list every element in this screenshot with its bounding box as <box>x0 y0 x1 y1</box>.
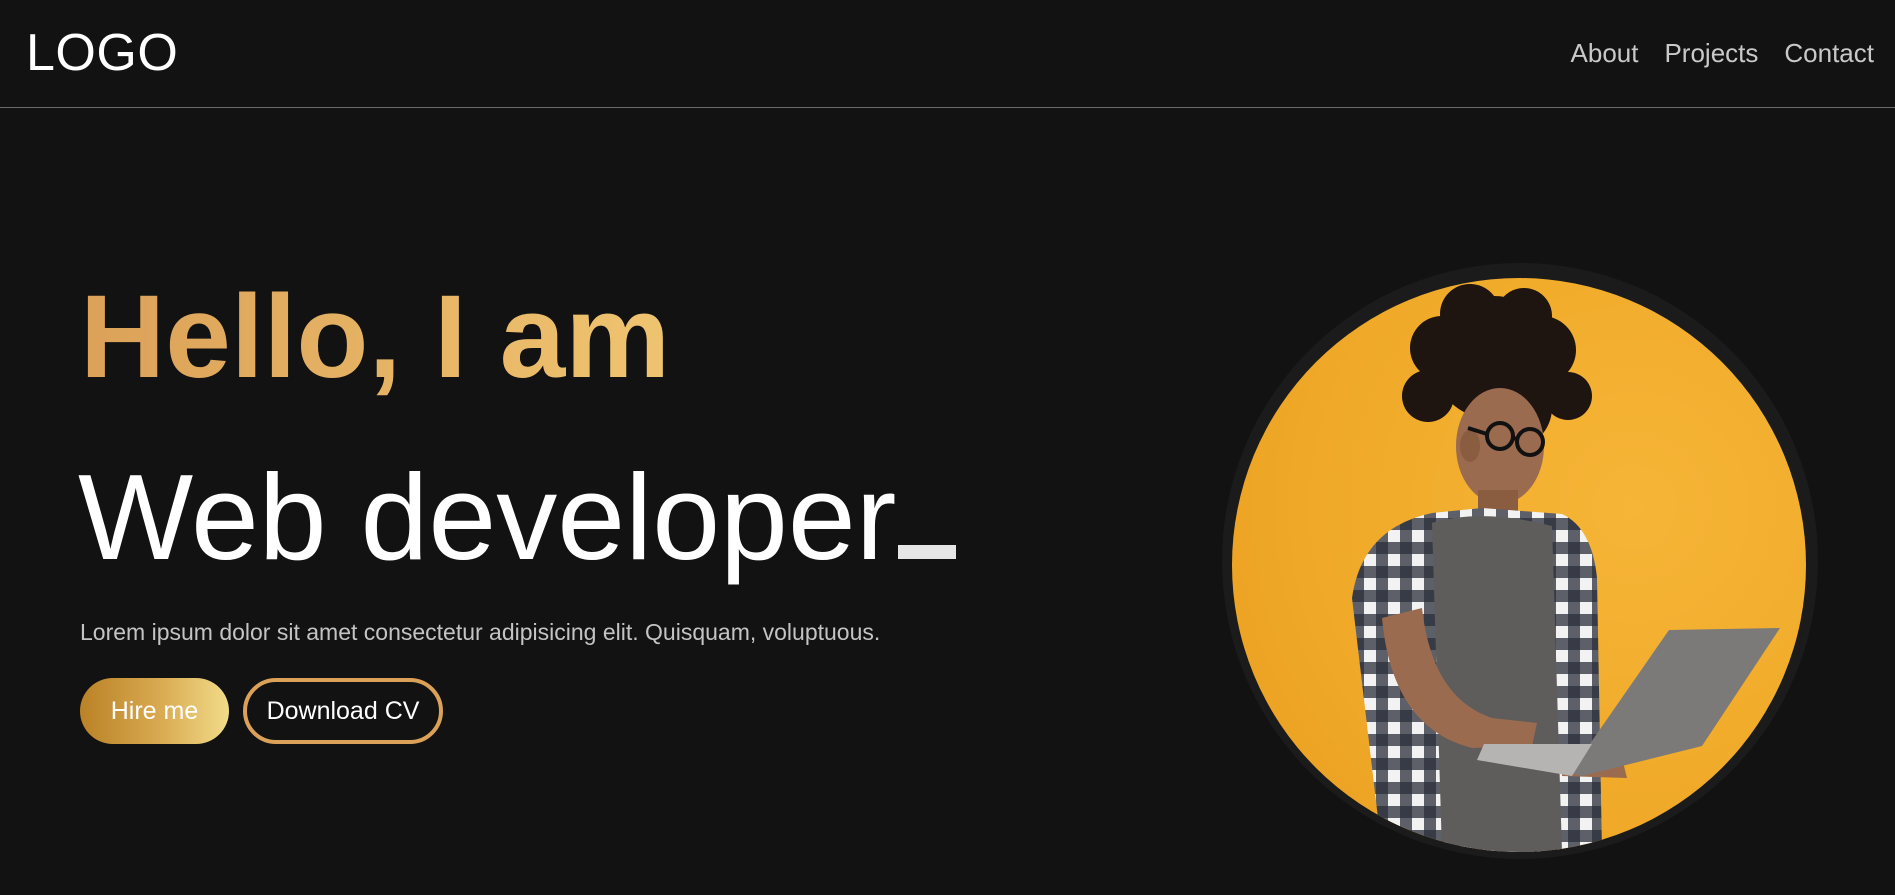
hero-greeting: Hello, I am <box>80 271 671 403</box>
navbar: LOGO About Projects Contact <box>0 0 1895 108</box>
nav-link-about[interactable]: About <box>1571 36 1639 70</box>
download-cv-button[interactable]: Download CV <box>243 678 443 744</box>
nav-links: About Projects Contact <box>1571 36 1874 70</box>
portrait-photo <box>1232 278 1806 852</box>
hire-me-button[interactable]: Hire me <box>80 678 229 744</box>
hero-description: Lorem ipsum dolor sit amet consectetur a… <box>80 619 881 645</box>
hero-role: Web developer <box>78 449 957 585</box>
typing-cursor <box>898 545 957 559</box>
portrait-illustration <box>1352 284 1780 852</box>
nav-link-contact[interactable]: Contact <box>1784 36 1874 70</box>
hero-role-text: Web developer <box>78 449 897 585</box>
nav-link-projects[interactable]: Projects <box>1664 36 1758 70</box>
logo[interactable]: LOGO <box>26 24 178 82</box>
